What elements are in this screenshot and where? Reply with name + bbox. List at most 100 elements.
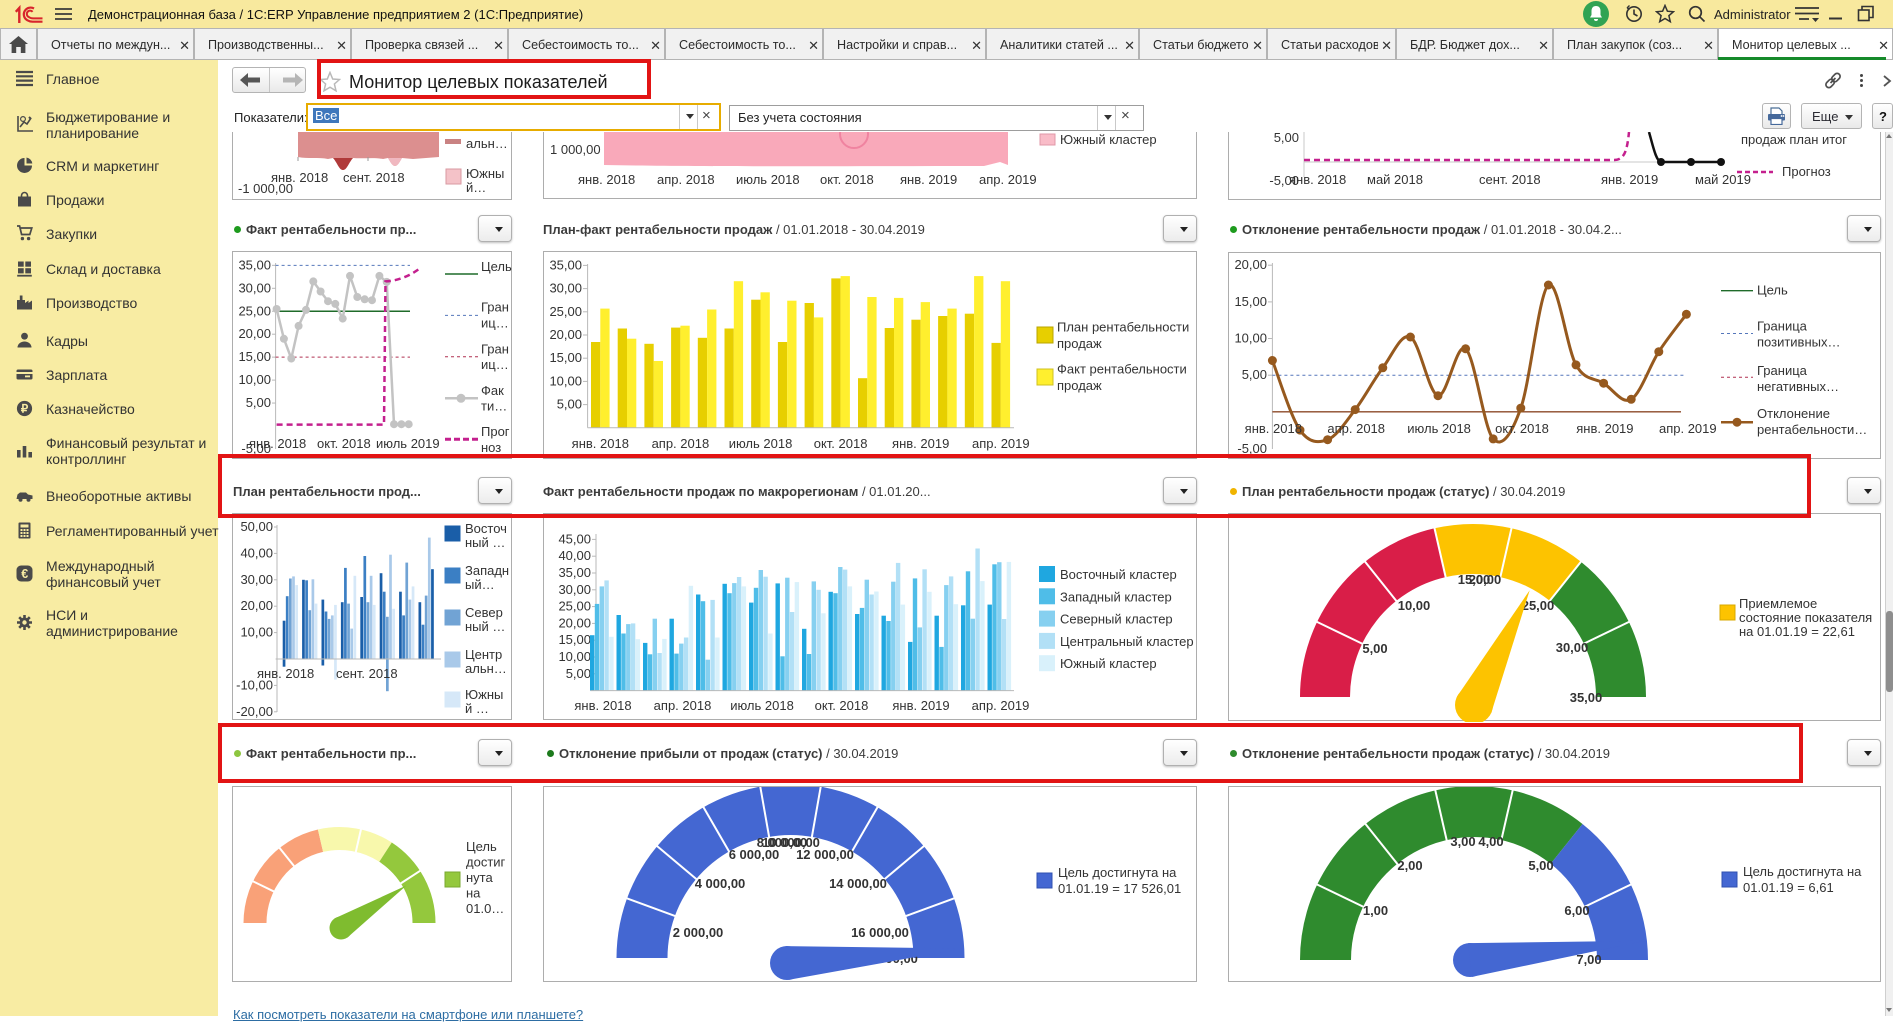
svg-text:5,00: 5,00 — [557, 397, 582, 412]
svg-text:Восточ: Восточ — [465, 521, 507, 536]
svg-text:янв. 2018: янв. 2018 — [574, 698, 631, 713]
svg-text:Фак: Фак — [481, 383, 504, 398]
svg-text:Цель: Цель — [1757, 283, 1788, 298]
svg-text:янв. 2019: янв. 2019 — [892, 436, 949, 451]
svg-text:Гран: Гран — [481, 341, 509, 356]
svg-text:12 000,00: 12 000,00 — [796, 847, 854, 862]
svg-text:окт. 2018: окт. 2018 — [815, 698, 869, 713]
svg-text:30,00: 30,00 — [549, 281, 582, 296]
svg-text:янв. 2018: янв. 2018 — [572, 436, 629, 451]
svg-text:апр. 2019: апр. 2019 — [979, 172, 1037, 187]
svg-text:апр. 2018: апр. 2018 — [652, 436, 710, 451]
svg-text:нута: нута — [466, 870, 493, 885]
svg-text:Граница: Граница — [1757, 319, 1808, 334]
svg-text:продаж: продаж — [1057, 378, 1102, 393]
svg-text:10,00: 10,00 — [238, 372, 271, 387]
svg-text:продаж план итог: продаж план итог — [1741, 132, 1847, 147]
svg-text:5,00: 5,00 — [1242, 367, 1267, 382]
svg-text:Восточный кластер: Восточный кластер — [1060, 567, 1177, 582]
svg-text:Цель достигнута на: Цель достигнута на — [1743, 864, 1862, 879]
svg-text:Граница: Граница — [1757, 363, 1808, 378]
svg-text:25,00: 25,00 — [238, 303, 271, 318]
svg-text:6,00: 6,00 — [1564, 903, 1589, 918]
svg-text:1,00: 1,00 — [1363, 903, 1388, 918]
svg-text:продаж: продаж — [1057, 336, 1102, 351]
svg-text:01.01.19 = 6,61: 01.01.19 = 6,61 — [1743, 880, 1834, 895]
svg-text:5,00: 5,00 — [1528, 858, 1553, 873]
svg-text:10,00: 10,00 — [240, 625, 273, 640]
svg-text:янв. 2019: янв. 2019 — [1601, 172, 1658, 187]
svg-text:янв. 2018: янв. 2018 — [1289, 172, 1346, 187]
svg-text:апр. 2018: апр. 2018 — [654, 698, 712, 713]
svg-text:окт. 2018: окт. 2018 — [1495, 421, 1549, 436]
svg-text:й…: й… — [466, 180, 486, 195]
svg-text:Центр: Центр — [465, 647, 502, 662]
svg-text:План рентабельности: План рентабельности — [1057, 319, 1189, 334]
svg-text:ноз: ноз — [481, 440, 501, 455]
svg-text:5,00: 5,00 — [1274, 132, 1299, 145]
svg-text:Центральный кластер: Центральный кластер — [1060, 634, 1194, 649]
svg-text:апр. 2019: апр. 2019 — [1659, 421, 1717, 436]
svg-text:окт. 2018: окт. 2018 — [814, 436, 868, 451]
svg-text:ный …: ный … — [465, 619, 505, 634]
svg-text:май 2018: май 2018 — [1367, 172, 1423, 187]
svg-text:25,00: 25,00 — [558, 599, 591, 614]
svg-text:состояние показателя: состояние показателя — [1739, 610, 1872, 625]
svg-text:35,00: 35,00 — [549, 257, 582, 272]
svg-text:3,00: 3,00 — [1450, 834, 1475, 849]
svg-text:июль 2018: июль 2018 — [736, 172, 800, 187]
svg-text:июль 2018: июль 2018 — [730, 698, 794, 713]
svg-text:30,00: 30,00 — [1556, 640, 1589, 655]
svg-text:5,00: 5,00 — [246, 395, 271, 410]
svg-text:янв. 2018: янв. 2018 — [271, 170, 328, 185]
svg-text:Север: Север — [465, 605, 503, 620]
svg-text:достиг: достиг — [466, 855, 506, 870]
svg-text:ный …: ный … — [465, 535, 505, 550]
svg-text:июль 2018: июль 2018 — [729, 436, 793, 451]
svg-text:10,00: 10,00 — [1234, 331, 1267, 346]
svg-text:₽: ₽ — [21, 404, 29, 416]
svg-text:апр. 2019: апр. 2019 — [972, 436, 1030, 451]
svg-text:янв. 2018: янв. 2018 — [257, 666, 314, 681]
svg-text:Северный кластер: Северный кластер — [1060, 612, 1173, 627]
svg-text:35,00: 35,00 — [1570, 690, 1603, 705]
svg-text:май 2019: май 2019 — [1695, 172, 1751, 187]
svg-text:€: € — [21, 567, 28, 581]
svg-text:5,00: 5,00 — [566, 666, 591, 681]
svg-text:30,00: 30,00 — [558, 582, 591, 597]
svg-text:Цель: Цель — [466, 839, 497, 854]
svg-text:ти…: ти… — [481, 399, 507, 414]
svg-text:16 000,00: 16 000,00 — [851, 925, 909, 940]
svg-text:4 000,00: 4 000,00 — [695, 876, 746, 891]
svg-text:20,00: 20,00 — [549, 327, 582, 342]
svg-text:янв. 2018: янв. 2018 — [1245, 421, 1302, 436]
svg-text:Факт рентабельности: Факт рентабельности — [1057, 361, 1187, 376]
svg-text:рентабельности…: рентабельности… — [1757, 422, 1867, 437]
svg-text:на 01.01.19 = 22,61: на 01.01.19 = 22,61 — [1739, 624, 1855, 639]
svg-text:01.01.19 = 17 526,01: 01.01.19 = 17 526,01 — [1058, 881, 1181, 896]
svg-text:Прог: Прог — [481, 424, 510, 439]
svg-text:45,00: 45,00 — [558, 531, 591, 546]
svg-text:Южный кластер: Южный кластер — [1060, 656, 1157, 671]
svg-text:й …: й … — [465, 701, 489, 716]
svg-text:апр. 2019: апр. 2019 — [972, 698, 1030, 713]
svg-text:1 000,00: 1 000,00 — [550, 142, 601, 157]
svg-text:Гран: Гран — [481, 300, 509, 315]
svg-text:позитивных…: позитивных… — [1757, 335, 1841, 350]
svg-text:янв. 2018: янв. 2018 — [578, 172, 635, 187]
svg-text:35,00: 35,00 — [238, 257, 271, 272]
svg-text:Прогноз: Прогноз — [1782, 164, 1831, 179]
svg-text:иц…: иц… — [481, 357, 509, 372]
svg-text:01.0…: 01.0… — [466, 901, 504, 916]
svg-text:янв. 2018: янв. 2018 — [249, 436, 306, 451]
svg-text:50,00: 50,00 — [240, 519, 273, 534]
svg-text:2 000,00: 2 000,00 — [673, 925, 724, 940]
svg-text:35,00: 35,00 — [558, 565, 591, 580]
svg-text:Западн: Западн — [465, 563, 509, 578]
svg-text:Южны: Южны — [466, 166, 504, 181]
svg-text:сент. 2018: сент. 2018 — [343, 170, 405, 185]
svg-text:Приемлемое: Приемлемое — [1739, 596, 1817, 611]
svg-text:апр. 2018: апр. 2018 — [1327, 421, 1385, 436]
svg-text:июль 2018: июль 2018 — [1407, 421, 1471, 436]
svg-text:20,00: 20,00 — [1469, 572, 1502, 587]
